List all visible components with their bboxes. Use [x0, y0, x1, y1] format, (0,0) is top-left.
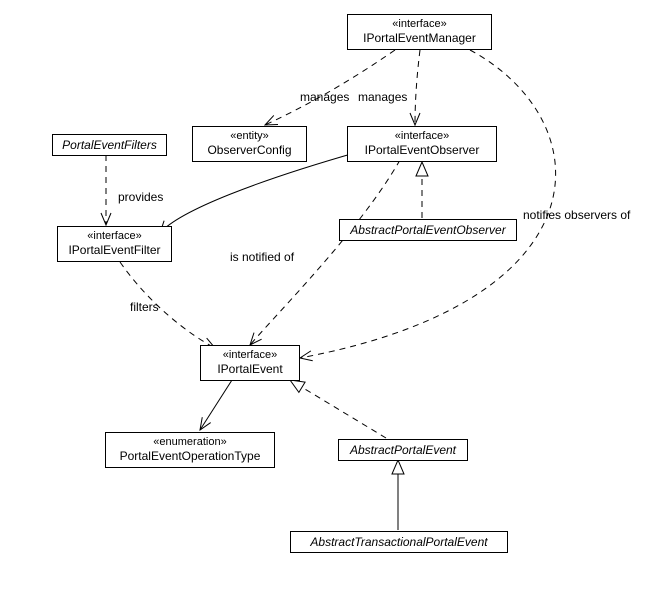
class-name: IPortalEventFilter	[64, 243, 165, 257]
label-notifies-observers-of: notifies observers of	[523, 208, 630, 222]
edges	[0, 0, 656, 592]
node-observerconfig: «entity» ObserverConfig	[192, 126, 307, 162]
node-portaleventfilters: PortalEventFilters	[52, 134, 167, 156]
stereotype: «interface»	[354, 18, 485, 31]
stereotype: «enumeration»	[112, 436, 268, 449]
label-manages-right: manages	[358, 90, 407, 104]
node-iportaleventfilter: «interface» IPortalEventFilter	[57, 226, 172, 262]
node-abstracttransactionalportalevent: AbstractTransactionalPortalEvent	[290, 531, 508, 553]
stereotype: «entity»	[199, 130, 300, 143]
node-portaleventoperationtype: «enumeration» PortalEventOperationType	[105, 432, 275, 468]
stereotype: «interface»	[207, 349, 293, 362]
class-name: AbstractPortalEventObserver	[346, 223, 510, 237]
class-name: ObserverConfig	[199, 143, 300, 157]
class-name: PortalEventOperationType	[112, 449, 268, 463]
label-manages-left: manages	[300, 90, 349, 104]
node-abstractportalevent: AbstractPortalEvent	[338, 439, 468, 461]
node-abstractportaleventobserver: AbstractPortalEventObserver	[339, 219, 517, 241]
uml-diagram: «interface» IPortalEventManager «entity»…	[0, 0, 656, 592]
class-name: IPortalEvent	[207, 362, 293, 376]
label-is-notified-of: is notified of	[230, 250, 294, 264]
stereotype: «interface»	[354, 130, 490, 143]
stereotype: «interface»	[64, 230, 165, 243]
label-filters: filters	[130, 300, 159, 314]
class-name: AbstractPortalEvent	[345, 443, 461, 457]
node-iportalevent: «interface» IPortalEvent	[200, 345, 300, 381]
class-name: IPortalEventManager	[354, 31, 485, 45]
class-name: AbstractTransactionalPortalEvent	[297, 535, 501, 549]
class-name: PortalEventFilters	[59, 138, 160, 152]
class-name: IPortalEventObserver	[354, 143, 490, 157]
label-provides: provides	[118, 190, 163, 204]
node-iportaleventmanager: «interface» IPortalEventManager	[347, 14, 492, 50]
node-iportaleventobserver: «interface» IPortalEventObserver	[347, 126, 497, 162]
